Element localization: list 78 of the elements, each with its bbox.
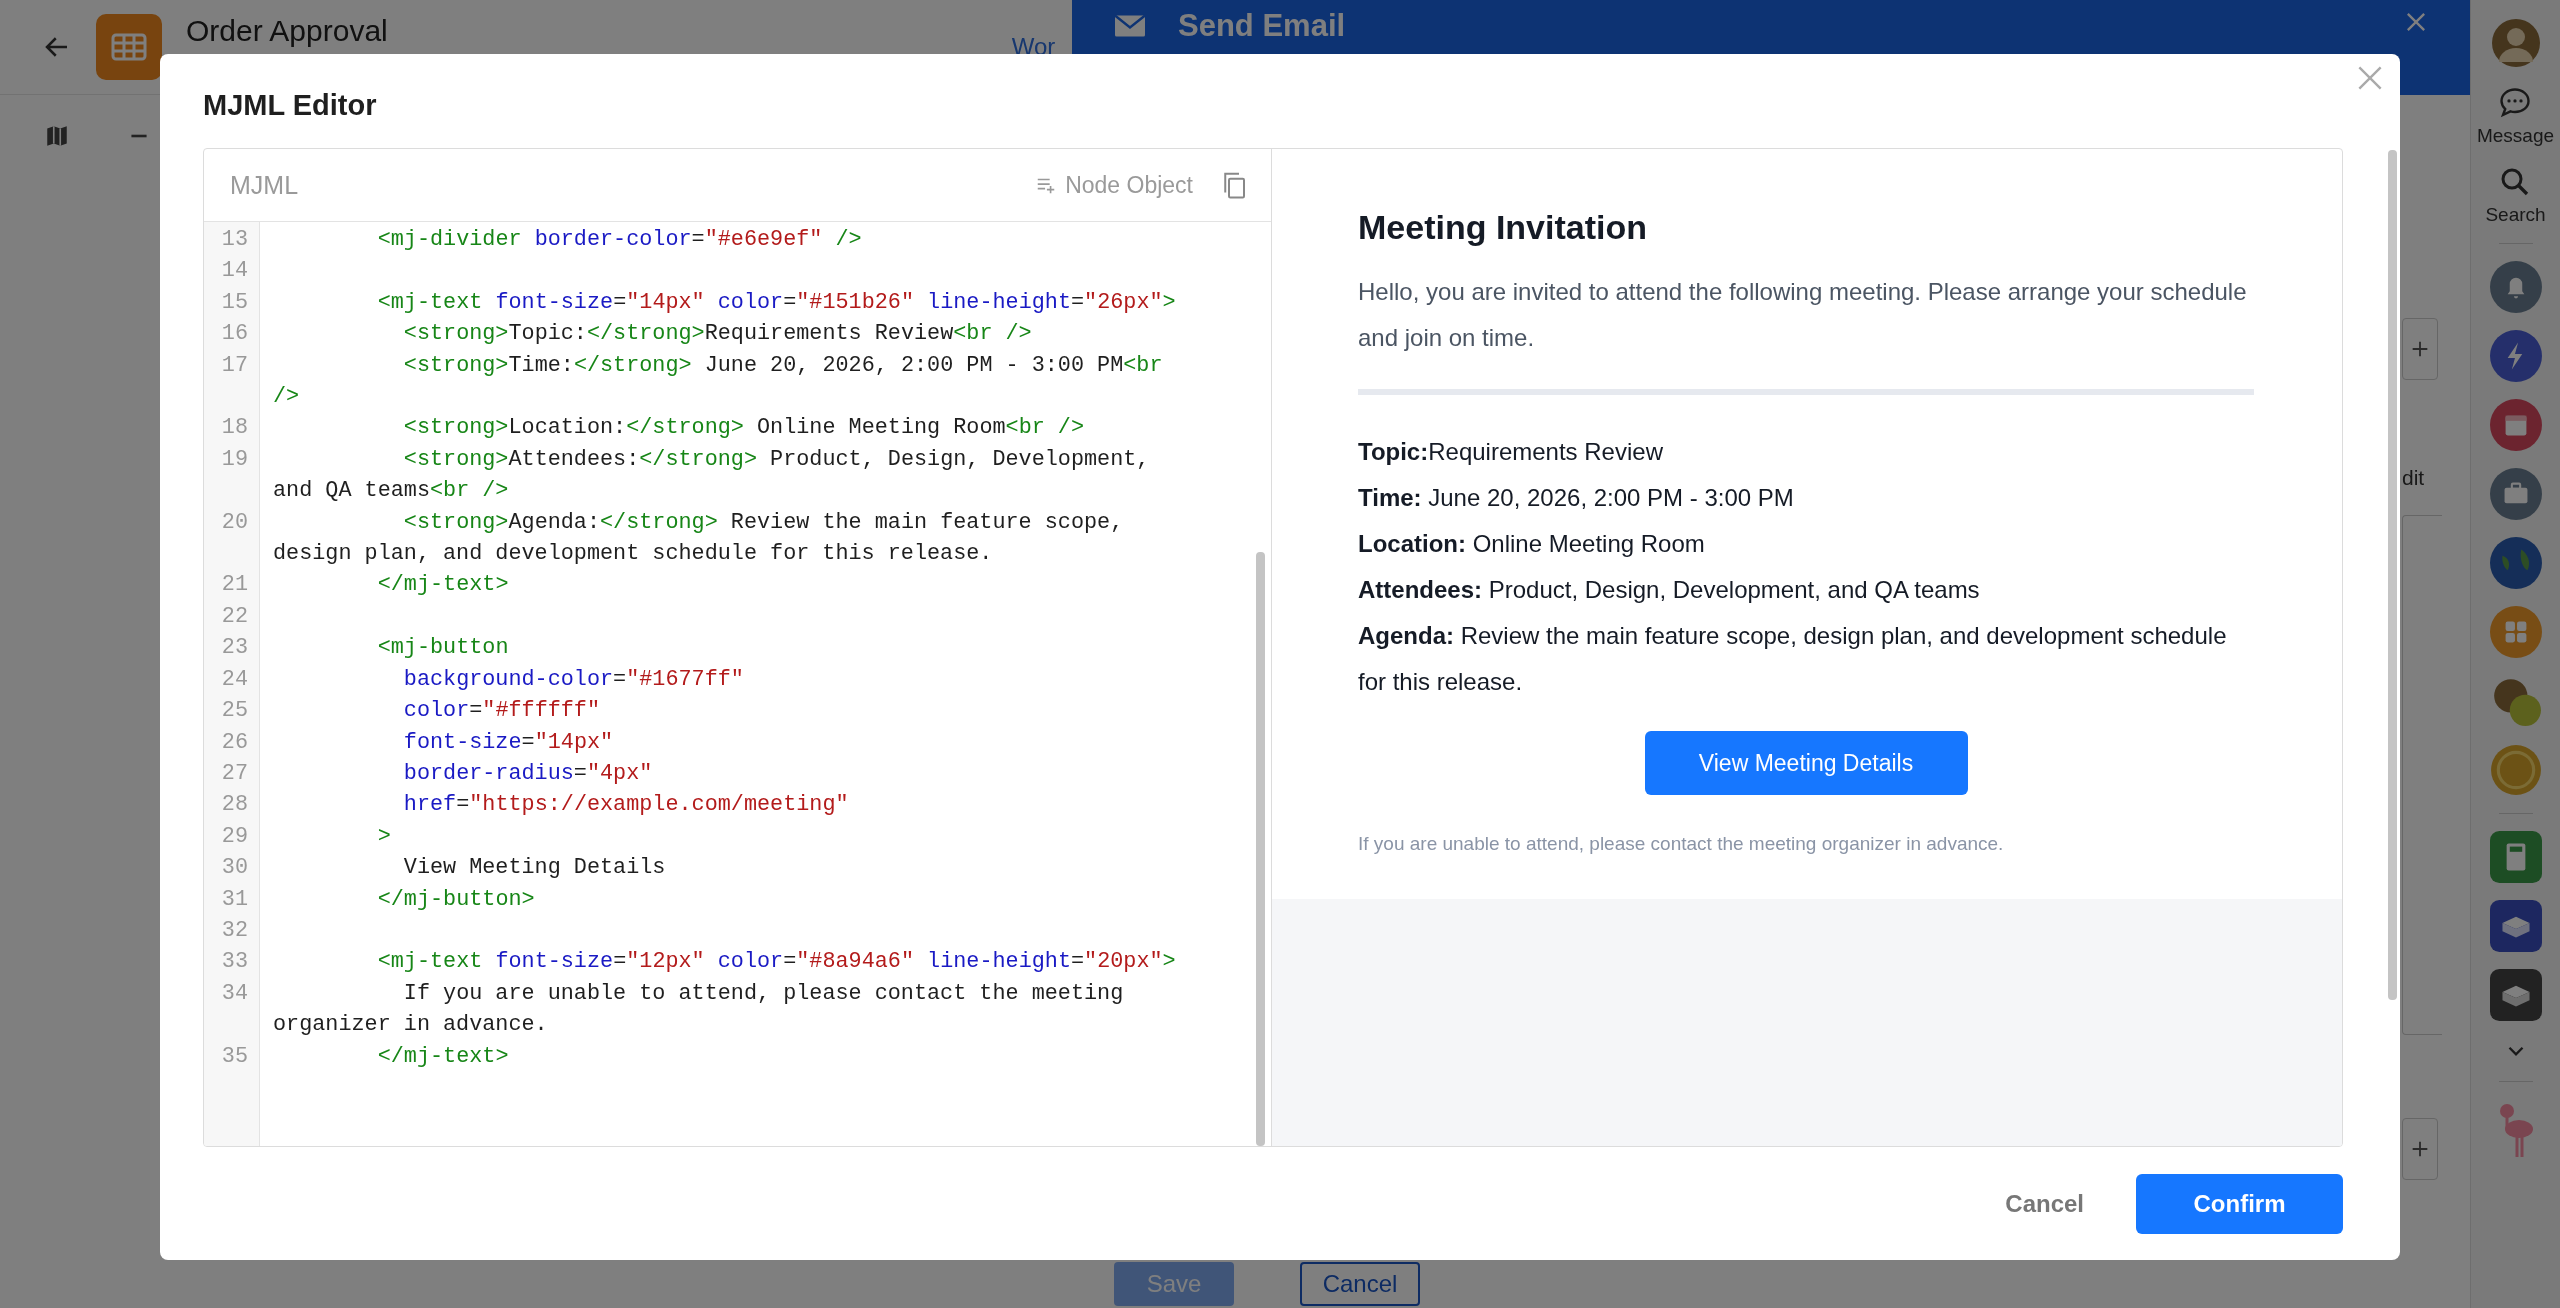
meeting-detail: Time: June 20, 2026, 2:00 PM - 3:00 PM [1358, 483, 1795, 513]
coin-icon[interactable] [2489, 744, 2542, 796]
code-line: <strong>Topic:</strong>Requirements Review<br /> [402, 320, 1033, 349]
meeting-detail: Topic:Requirements Review [1358, 437, 1664, 467]
code-line: font-size="14px" [402, 728, 615, 757]
scrollbar[interactable] [2388, 150, 2397, 1000]
editor-label: MJML [230, 170, 299, 200]
briefcase-icon[interactable] [2489, 468, 2542, 520]
line-number: 25 [220, 697, 248, 726]
email-heading: Meeting Invitation [1358, 207, 1648, 247]
drawer-title: Send Email [1178, 8, 1346, 44]
code-line: <mj-divider border-color="#e6e9ef" /> [376, 226, 863, 254]
code-line: <strong>Time:</strong> June 20, 2026, 2:00 PM - 3:00 PM<br /> [273, 351, 1164, 412]
line-number: 30 [220, 854, 248, 883]
line-number: 34 [220, 979, 248, 1008]
line-number: 28 [220, 791, 248, 820]
line-number: 26 [220, 728, 248, 757]
modal-title: MJML Editor [203, 87, 377, 122]
email-intro: Hello, you are invited to attend the following meeting. Please arrange your schedule and join on time. [1358, 277, 2248, 353]
code-line: </mj-button> [376, 885, 536, 914]
code-line: <strong>Location:</strong> Online Meeting Room<br /> [402, 414, 1086, 443]
code-line: color="#ffffff" [402, 697, 602, 726]
email-note: If you are unable to attend, please contact the meeting organizer in advance. [1358, 833, 2005, 855]
globe-icon[interactable] [2489, 537, 2542, 589]
line-number: 32 [220, 916, 248, 945]
line-number: 23 [220, 634, 248, 663]
code-line: View Meeting Details [402, 854, 667, 883]
code-line: <mj-text font-size="12px" color="#8a94a6" line-height="20px"> [376, 948, 1177, 977]
grid-icon[interactable] [2489, 606, 2542, 658]
line-number: 15 [220, 288, 248, 317]
meeting-detail: Attendees: Product, Design, Development, and QA teams [1358, 575, 1981, 605]
meeting-detail: Agenda: Review the main feature scope, design plan, and development schedule for this release. [1358, 621, 2228, 697]
code-line: <mj-text font-size="14px" color="#151b26" line-height="26px"> [376, 288, 1177, 317]
line-number: 27 [220, 759, 248, 788]
line-number: 35 [220, 1042, 248, 1071]
view-details-button[interactable]: View Meeting Details [1644, 731, 1968, 795]
line-number: 33 [220, 948, 248, 977]
scrollbar[interactable] [1256, 552, 1265, 1146]
line-number: 18 [220, 414, 248, 443]
add-button[interactable] [2402, 318, 2438, 380]
line-number: 21 [220, 571, 248, 600]
line-number: 31 [220, 885, 248, 914]
confirm-button[interactable]: Confirm [2136, 1173, 2343, 1234]
code-line: > [376, 822, 392, 851]
code-line: <mj-button [376, 634, 510, 663]
code-line: </mj-text> [376, 1042, 510, 1071]
add-button[interactable] [2402, 1118, 2438, 1180]
sidebar-label[interactable]: Message [2476, 125, 2555, 147]
blocks-icon[interactable] [2489, 969, 2542, 1021]
node-object-button[interactable]: Node Object [1035, 171, 1193, 199]
sidebar-label[interactable]: Search [2485, 204, 2546, 226]
line-number: 22 [220, 602, 248, 631]
line-number: 24 [220, 665, 248, 694]
code-line: <strong>Agenda:</strong> Review the main feature scope, design plan, and development schedule for this release. [273, 508, 1125, 569]
line-number: 20 [220, 508, 248, 537]
calendar-icon[interactable] [2489, 399, 2542, 451]
line-number: 13 [220, 226, 248, 254]
line-number: 14 [220, 257, 248, 286]
cancel-button[interactable]: Cancel [1300, 1262, 1420, 1306]
code-line: <strong>Attendees:</strong> Product, Design, Development, and QA teams<br /> [273, 445, 1151, 506]
code-line: </mj-text> [376, 571, 510, 600]
line-number: 17 [220, 351, 248, 380]
line-number: 19 [220, 445, 248, 474]
map-icon[interactable] [44, 123, 70, 149]
code-line: If you are unable to attend, please contact the meeting organizer in advance. [273, 979, 1125, 1040]
meeting-detail: Location: Online Meeting Room [1358, 529, 1706, 559]
app-title: Order Approval [186, 14, 388, 48]
code-line: border-radius="4px" [402, 759, 654, 788]
line-number: 29 [220, 822, 248, 851]
code-line: background-color="#1677ff" [402, 665, 745, 694]
line-number: 16 [220, 320, 248, 349]
lightning-icon[interactable] [2489, 330, 2542, 382]
blocks-icon[interactable] [2489, 900, 2542, 952]
code-line: href="https://example.com/meeting" [402, 791, 850, 820]
edit-label[interactable]: dit [2402, 466, 2425, 490]
cancel-button[interactable]: Cancel [2005, 1177, 2084, 1230]
bell-icon[interactable] [2489, 261, 2542, 313]
calculator-icon[interactable] [2489, 831, 2542, 883]
